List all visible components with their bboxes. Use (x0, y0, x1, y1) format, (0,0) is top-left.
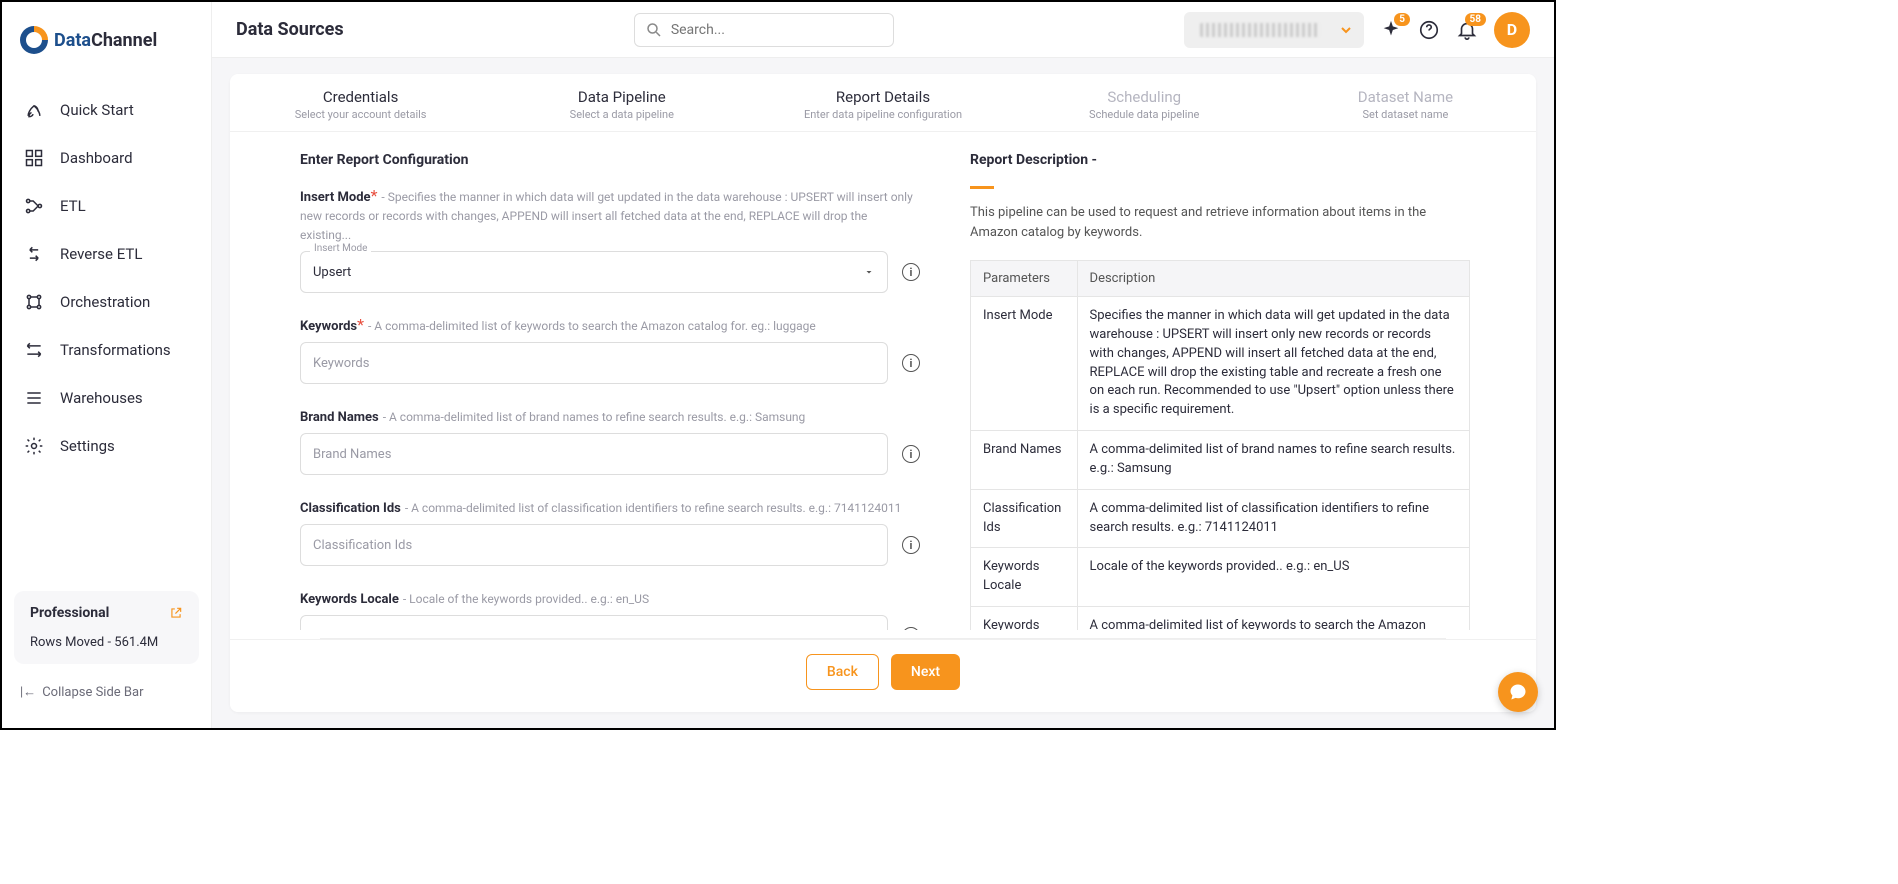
plan-card: Professional Rows Moved - 561.4M (14, 591, 199, 664)
nav-label: Orchestration (60, 293, 150, 311)
chevron-down-icon (863, 266, 875, 278)
nav-label: ETL (60, 197, 86, 215)
logo[interactable]: DataChannel (2, 18, 211, 78)
search-box[interactable] (634, 13, 894, 47)
info-icon[interactable]: i (902, 627, 920, 630)
sidebar: DataChannel Quick Start Dashboard ETL Re… (2, 2, 212, 728)
main: Data Sources 5 (212, 2, 1554, 728)
nav-label: Quick Start (60, 101, 134, 119)
dashboard-icon (24, 148, 44, 168)
logo-icon (20, 26, 48, 54)
gear-icon (24, 436, 44, 456)
th-desc: Description (1077, 261, 1469, 297)
field-keywords-locale: Keywords Locale - Locale of the keywords… (300, 588, 920, 630)
orchestration-icon (24, 292, 44, 312)
nav-quick-start[interactable]: Quick Start (2, 86, 211, 134)
reverse-etl-icon (24, 244, 44, 264)
chat-icon (1508, 682, 1528, 702)
info-icon[interactable]: i (902, 354, 920, 372)
transformations-icon (24, 340, 44, 360)
nav-dashboard[interactable]: Dashboard (2, 134, 211, 182)
help-icon (1418, 19, 1440, 41)
nav-label: Dashboard (60, 149, 133, 167)
step-credentials[interactable]: Credentials Select your account details (230, 88, 491, 121)
info-icon[interactable]: i (902, 263, 920, 281)
search-icon (645, 21, 663, 39)
topbar: Data Sources 5 (212, 2, 1554, 58)
nav-etl[interactable]: ETL (2, 182, 211, 230)
step-data-pipeline[interactable]: Data Pipeline Select a data pipeline (491, 88, 752, 121)
keywords-locale-input[interactable] (300, 615, 888, 630)
step-dataset-name[interactable]: Dataset Name Set dataset name (1275, 88, 1536, 121)
params-table: Parameters Description Insert ModeSpecif… (970, 260, 1470, 630)
nav-label: Warehouses (60, 389, 143, 407)
collapse-icon: |← (20, 684, 36, 700)
info-icon[interactable]: i (902, 445, 920, 463)
account-name-blurred (1200, 23, 1320, 37)
notifications-button[interactable]: 58 (1456, 19, 1478, 41)
nav-label: Reverse ETL (60, 245, 142, 263)
table-row: Keywords LocaleLocale of the keywords pr… (971, 548, 1470, 607)
insert-mode-select[interactable]: Upsert (300, 251, 888, 293)
help-button[interactable] (1418, 19, 1440, 41)
etl-icon (24, 196, 44, 216)
brand-names-input[interactable] (300, 433, 888, 475)
account-selector[interactable] (1184, 12, 1364, 48)
table-row: Insert ModeSpecifies the manner in which… (971, 297, 1470, 431)
step-report-details[interactable]: Report Details Enter data pipeline confi… (752, 88, 1013, 121)
page-title: Data Sources (236, 19, 344, 40)
plan-title: Professional (30, 605, 109, 621)
field-keywords: Keywords* - A comma-delimited list of ke… (300, 315, 920, 384)
keywords-input[interactable] (300, 342, 888, 384)
description-column: Report Description - This pipeline can b… (970, 152, 1510, 630)
nav-orchestration[interactable]: Orchestration (2, 278, 211, 326)
chevron-down-icon (1338, 22, 1354, 38)
logo-text: DataChannel (54, 30, 157, 51)
info-icon[interactable]: i (902, 536, 920, 554)
bell-badge: 58 (1465, 13, 1486, 26)
nav-label: Settings (60, 437, 115, 455)
chat-button[interactable] (1498, 672, 1538, 712)
next-button[interactable]: Next (891, 654, 960, 690)
desc-text: This pipeline can be used to request and… (970, 203, 1470, 242)
footer: Back Next (230, 639, 1536, 712)
sparkle-badge: 5 (1394, 13, 1410, 26)
nav-transformations[interactable]: Transformations (2, 326, 211, 374)
rocket-icon (24, 100, 44, 120)
plan-sub: Rows Moved - 561.4M (30, 635, 183, 650)
collapse-sidebar[interactable]: |← Collapse Side Bar (2, 672, 211, 712)
step-scheduling[interactable]: Scheduling Schedule data pipeline (1014, 88, 1275, 121)
classification-ids-input[interactable] (300, 524, 888, 566)
table-row: Brand NamesA comma-delimited list of bra… (971, 431, 1470, 490)
nav-settings[interactable]: Settings (2, 422, 211, 470)
sparkle-button[interactable]: 5 (1380, 19, 1402, 41)
th-param: Parameters (971, 261, 1078, 297)
table-row: KeywordsA comma-delimited list of keywor… (971, 607, 1470, 630)
nav-reverse-etl[interactable]: Reverse ETL (2, 230, 211, 278)
nav-label: Transformations (60, 341, 171, 359)
field-classification-ids: Classification Ids - A comma-delimited l… (300, 497, 920, 566)
search-input[interactable] (671, 22, 883, 38)
content-card: Credentials Select your account details … (230, 74, 1536, 712)
nav: Quick Start Dashboard ETL Reverse ETL Or… (2, 78, 211, 583)
table-row: Classification IdsA comma-delimited list… (971, 489, 1470, 548)
form-column: Enter Report Configuration Insert Mode* … (230, 152, 970, 630)
warehouses-icon (24, 388, 44, 408)
desc-title: Report Description - (970, 152, 1470, 168)
nav-warehouses[interactable]: Warehouses (2, 374, 211, 422)
external-link-icon[interactable] (169, 606, 183, 620)
underline (970, 186, 994, 189)
stepper: Credentials Select your account details … (230, 74, 1536, 132)
field-insert-mode: Insert Mode* - Specifies the manner in w… (300, 186, 920, 293)
avatar[interactable]: D (1494, 12, 1530, 48)
field-brand-names: Brand Names - A comma-delimited list of … (300, 406, 920, 475)
form-section-title: Enter Report Configuration (300, 152, 920, 168)
back-button[interactable]: Back (806, 654, 879, 690)
